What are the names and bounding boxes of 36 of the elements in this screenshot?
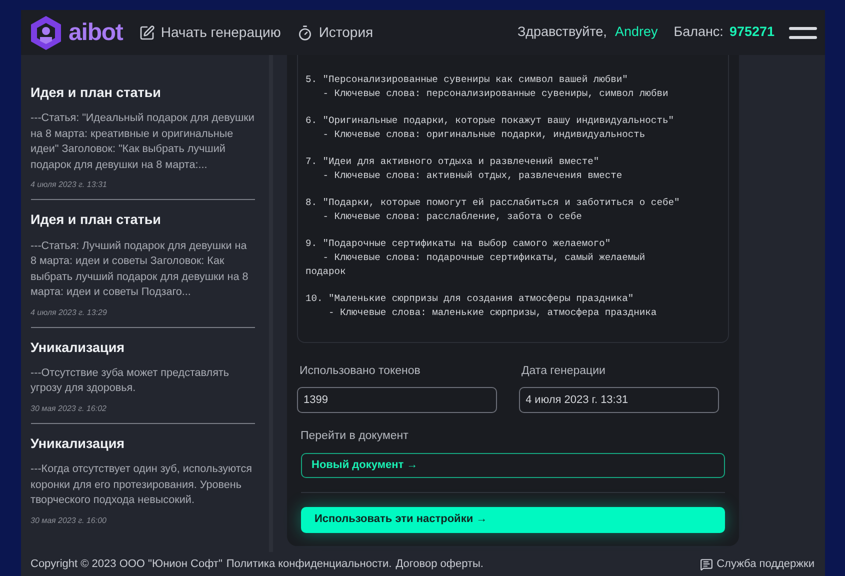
history-title[interactable]: Уникализация: [30, 434, 254, 454]
readonly-field[interactable]: 1399: [296, 387, 496, 414]
history-excerpt: ---Когда отсутствует один зуб, используются коронки для его протезирования. Уровень творческого подхода невысокий.: [30, 462, 253, 508]
balance-label: Баланс:: [674, 23, 724, 42]
nav-link[interactable]: Начать генерацию: [138, 22, 281, 43]
field-label: Дата генерации: [522, 364, 606, 379]
greeting: Здравствуйте,: [517, 23, 607, 42]
readonly-field[interactable]: 4 июля 2023 г. 13:31: [518, 387, 718, 414]
history-date: 30 мая 2023 г. 16:02: [30, 402, 108, 415]
user-name[interactable]: Andrey: [614, 22, 658, 43]
history-date: 4 июля 2023 г. 13:31: [30, 179, 108, 192]
nav-link[interactable]: История: [296, 22, 374, 43]
generated-output: 5. "Персонализированные сувениры как символ вашей любви" - Ключевые слова: персонализированные сувениры, символ любви 6. "Оригинальные подарки, которые покажут вашу индивидуальность" - Ключевые слова: оригинальные подарки, индивидуальность 7. "Идеи для активного отдыха и развлечений вместе" - Ключевые слова: активный отдых, развлечения вместе 8. "Подарки, которые помогут ей расслабиться и заботиться о себе" - Ключевые слова: расслабление, забота о себе 9. "Подарочные сертификаты на выбор самого желаемого" - Ключевые слова: подарочные сертификаты, самый желаемый подарок 10. "Маленькие сюрпризы для создания атмосферы праздника" - Ключевые слова: маленькие сюрпризы, атмосфера праздника: [296, 55, 728, 343]
history-excerpt: ---Статья: "Идеальный подарок для девушки на 8 марта: креативные и оригинальные идеи" Заголовок: "Как выбрать лучший подарок для девушки на 8 марта:...: [30, 111, 254, 173]
history-date: 30 мая 2023 г. 16:00: [30, 514, 108, 526]
menu-icon[interactable]: [788, 26, 816, 40]
field-label: Использовано токенов: [300, 364, 422, 379]
document-label: Перейти в документ: [300, 429, 410, 444]
history-date: 4 июля 2023 г. 13:29: [30, 306, 108, 318]
history-title[interactable]: Уникализация: [30, 338, 254, 358]
document-link[interactable]: Новый документ →: [300, 452, 724, 478]
logo[interactable]: aibot: [68, 20, 123, 44]
history-title[interactable]: Идея и план статьи: [30, 210, 254, 230]
balance-value: 975271: [729, 23, 774, 42]
apply-settings-button[interactable]: Использовать эти настройки →: [300, 506, 724, 532]
footer-link[interactable]: Договор оферты.: [396, 556, 484, 572]
support-link[interactable]: Служба поддержки: [700, 556, 814, 572]
history-title[interactable]: Идея и план статьи: [30, 83, 254, 104]
footer-link[interactable]: Политика конфиденциальности.: [226, 556, 392, 572]
chat-icon: [700, 558, 713, 570]
history-excerpt: ---Статья: Лучший подарок для девушки на 8 марта: идеи и советы Заголовок: Как выбрать лучший подарок для девушки на 8 марта: идеи и советы Подзаго...: [30, 238, 250, 300]
pen-square-icon: [138, 24, 155, 40]
copyright-text: Copyright © 2023 ООО "Юнион Софт": [30, 556, 222, 572]
history-excerpt: ---Отсутствие зуба может представлять угрозу для здоровья.: [30, 366, 230, 396]
hexagon-logo-icon: [28, 14, 62, 50]
timer-icon: [296, 24, 313, 40]
